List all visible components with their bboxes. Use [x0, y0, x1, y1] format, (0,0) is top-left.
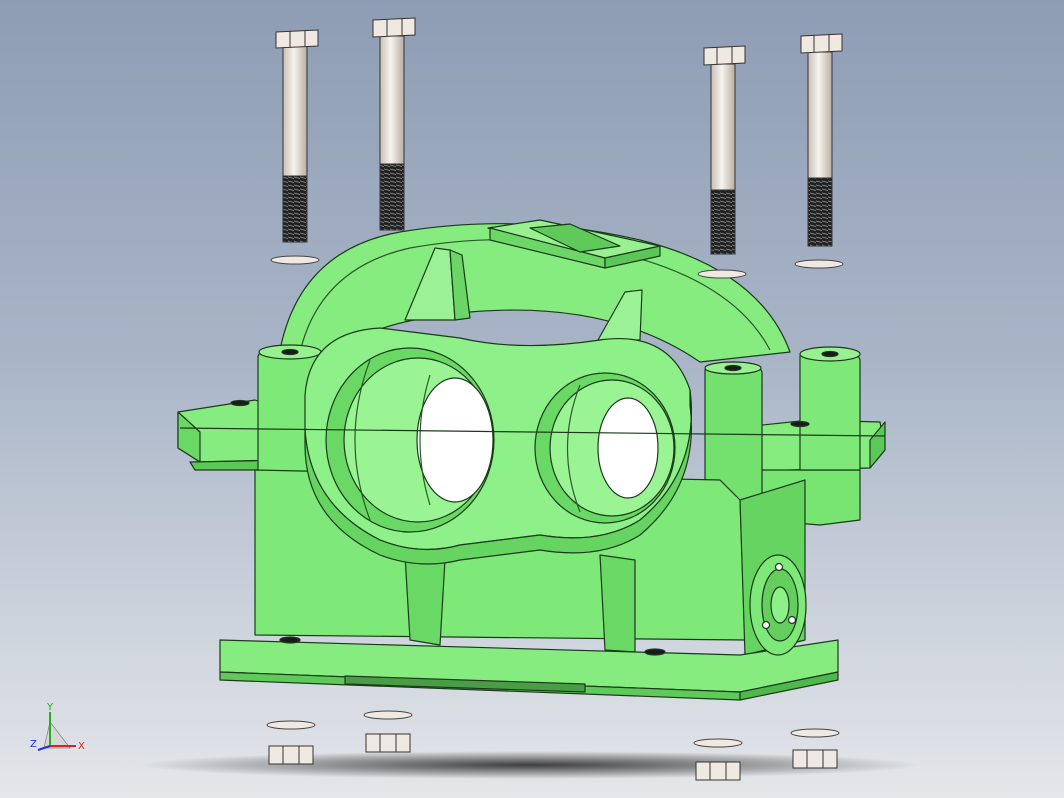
- nut-4: [792, 749, 838, 769]
- orientation-triad[interactable]: Y X Z: [30, 702, 85, 752]
- washer-bottom-4: [790, 728, 840, 738]
- washer-bottom-3: [693, 738, 743, 748]
- cad-viewport[interactable]: Y X Z: [0, 0, 1064, 798]
- bolt-4[interactable]: [800, 33, 843, 247]
- triad-y-label: Y: [46, 702, 54, 713]
- washer-top-1: [270, 255, 320, 265]
- triad-z-label: Z: [30, 739, 37, 750]
- washer-bottom-1: [266, 720, 316, 730]
- washer-bottom-2: [363, 710, 413, 720]
- bolt-3[interactable]: [703, 45, 746, 255]
- nut-3: [695, 761, 741, 781]
- washers-bottom[interactable]: [266, 710, 840, 748]
- washer-top-2: [697, 269, 747, 279]
- gearbox-housing[interactable]: [177, 219, 886, 701]
- triad-cone: [43, 721, 71, 749]
- nut-1: [268, 745, 314, 765]
- bolt-2[interactable]: [372, 17, 416, 231]
- nut-2: [365, 733, 411, 753]
- triad-x-label: X: [78, 741, 85, 752]
- bolt-1[interactable]: [275, 29, 319, 243]
- washer-top-3: [794, 259, 844, 269]
